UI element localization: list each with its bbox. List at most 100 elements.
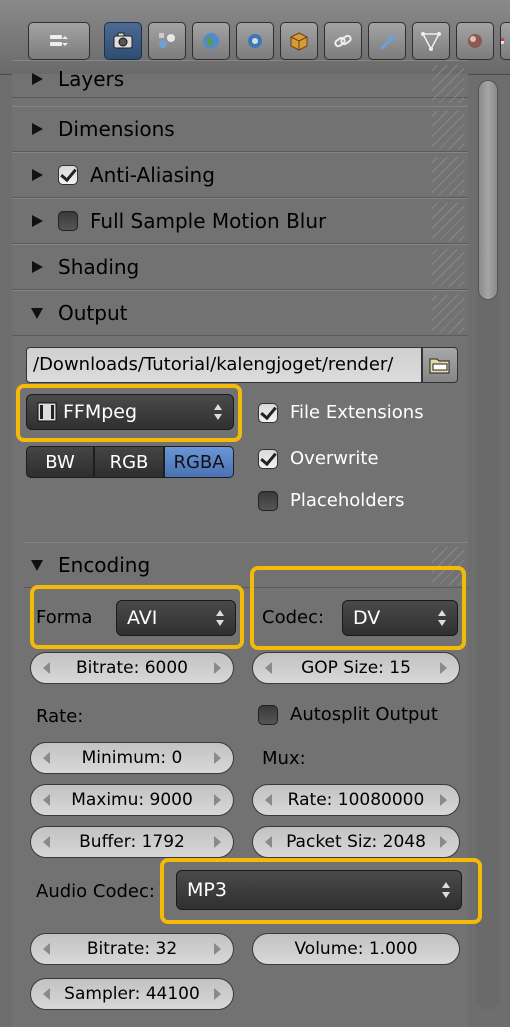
autosplit-toggle[interactable]: Autosplit Output [258, 704, 438, 725]
browse-folder-button[interactable] [422, 347, 458, 383]
mux-rate-field[interactable]: Rate: 10080000 [252, 784, 460, 816]
editor-type-button[interactable] [28, 22, 90, 60]
updown-arrow-icon [216, 610, 224, 626]
drag-grip[interactable] [432, 249, 464, 287]
section-label: Output [58, 301, 128, 325]
increment-arrow-icon[interactable] [440, 836, 447, 848]
decrement-arrow-icon[interactable] [43, 662, 50, 674]
mux-rate-value: Rate: 10080000 [287, 790, 425, 810]
container-format-dropdown[interactable]: AVI [116, 600, 236, 636]
drag-grip[interactable] [432, 157, 464, 195]
updown-arrow-icon [438, 610, 446, 626]
increment-arrow-icon[interactable] [214, 943, 221, 955]
output-path-field[interactable]: /Downloads/Tutorial/kalengjoget/render/ [26, 347, 422, 383]
buffer-field[interactable]: Buffer: 1792 [30, 826, 234, 858]
section-label: Layers [58, 67, 125, 91]
color-mode-rgb[interactable]: RGB [94, 446, 164, 478]
bitrate-field[interactable]: Bitrate: 6000 [30, 652, 234, 684]
triangle-down-icon [31, 560, 43, 571]
rate-maximum-value: Maximu: 9000 [71, 790, 193, 810]
tab-render-layers[interactable] [148, 22, 186, 60]
rate-minimum-field[interactable]: Minimum: 0 [30, 742, 234, 774]
section-label: Anti-Aliasing [90, 163, 215, 187]
section-output[interactable]: Output [12, 290, 468, 336]
section-anti-aliasing[interactable]: Anti-Aliasing [12, 152, 468, 198]
increment-arrow-icon[interactable] [214, 662, 221, 674]
section-dimensions[interactable]: Dimensions [12, 106, 468, 152]
increment-arrow-icon[interactable] [214, 988, 221, 1000]
file-format-dropdown[interactable]: FFMpeg [26, 394, 234, 430]
video-codec-dropdown[interactable]: DV [342, 600, 458, 636]
checkbox[interactable] [258, 490, 278, 511]
constraints-icon [334, 34, 352, 48]
tab-texture[interactable] [500, 22, 510, 60]
audio-bitrate-field[interactable]: Bitrate: 32 [30, 933, 234, 965]
placeholders-label: Placeholders [290, 490, 405, 511]
material-icon [468, 34, 482, 48]
audio-codec-dropdown[interactable]: MP3 [176, 870, 462, 910]
codec-label: Codec: [262, 607, 325, 628]
file-extensions-toggle[interactable]: File Extensions [258, 402, 424, 423]
editor-type-icon [50, 35, 68, 46]
increment-arrow-icon[interactable] [214, 836, 221, 848]
packet-size-field[interactable]: Packet Siz: 2048 [252, 826, 460, 858]
updown-arrow-icon [442, 882, 450, 898]
section-layers[interactable]: Layers [12, 60, 468, 103]
overwrite-toggle[interactable]: Overwrite [258, 448, 379, 469]
gop-size-field[interactable]: GOP Size: 15 [252, 652, 460, 684]
triangle-right-icon [32, 169, 43, 181]
decrement-arrow-icon[interactable] [265, 794, 272, 806]
volume-field[interactable]: Volume: 1.000 [252, 933, 460, 965]
volume-value: Volume: 1.000 [294, 939, 418, 959]
decrement-arrow-icon[interactable] [265, 836, 272, 848]
video-codec-value: DV [353, 607, 381, 629]
decrement-arrow-icon[interactable] [43, 988, 50, 1000]
sampler-field[interactable]: Sampler: 44100 [30, 978, 234, 1010]
tab-render[interactable] [104, 22, 142, 60]
increment-arrow-icon[interactable] [214, 794, 221, 806]
tab-material[interactable] [456, 22, 494, 60]
placeholders-toggle[interactable]: Placeholders [258, 490, 405, 511]
anti-aliasing-checkbox[interactable] [58, 165, 78, 185]
decrement-arrow-icon[interactable] [43, 836, 50, 848]
decrement-arrow-icon[interactable] [265, 662, 272, 674]
drag-grip[interactable] [432, 111, 464, 149]
decrement-arrow-icon[interactable] [43, 943, 50, 955]
increment-arrow-icon[interactable] [440, 662, 447, 674]
triangle-down-icon [31, 308, 43, 319]
rate-maximum-field[interactable]: Maximu: 9000 [30, 784, 234, 816]
increment-arrow-icon[interactable] [214, 752, 221, 764]
sampler-value: Sampler: 44100 [64, 984, 200, 1004]
gop-size-value: GOP Size: 15 [301, 658, 411, 678]
tab-world[interactable] [236, 22, 274, 60]
packet-size-value: Packet Siz: 2048 [286, 832, 426, 852]
decrement-arrow-icon[interactable] [43, 794, 50, 806]
checkbox[interactable] [258, 402, 278, 423]
increment-arrow-icon[interactable] [440, 794, 447, 806]
tab-constraints[interactable] [324, 22, 362, 60]
drag-grip[interactable] [432, 295, 464, 333]
audio-bitrate-value: Bitrate: 32 [86, 939, 178, 959]
motion-blur-checkbox[interactable] [58, 211, 78, 231]
drag-grip[interactable] [432, 65, 464, 103]
tab-scene[interactable] [192, 22, 230, 60]
tab-object[interactable] [280, 22, 318, 60]
color-mode-bw[interactable]: BW [26, 446, 94, 478]
checkbox[interactable] [258, 704, 278, 725]
buffer-value: Buffer: 1792 [79, 832, 185, 852]
decrement-arrow-icon[interactable] [43, 752, 50, 764]
format-label: Forma [36, 607, 93, 628]
checkbox[interactable] [258, 448, 278, 469]
scrollbar-thumb[interactable] [478, 80, 498, 300]
color-mode-rgba[interactable]: RGBA [164, 446, 234, 478]
render-layers-icon [159, 33, 175, 48]
tab-data[interactable] [412, 22, 450, 60]
triangle-right-icon [32, 73, 43, 85]
overwrite-label: Overwrite [290, 448, 379, 469]
drag-grip[interactable] [432, 203, 464, 241]
render-icon [113, 32, 133, 49]
triangle-right-icon [32, 215, 43, 227]
section-shading[interactable]: Shading [12, 244, 468, 290]
section-motion-blur[interactable]: Full Sample Motion Blur [12, 198, 468, 244]
tab-modifiers[interactable] [368, 22, 406, 60]
